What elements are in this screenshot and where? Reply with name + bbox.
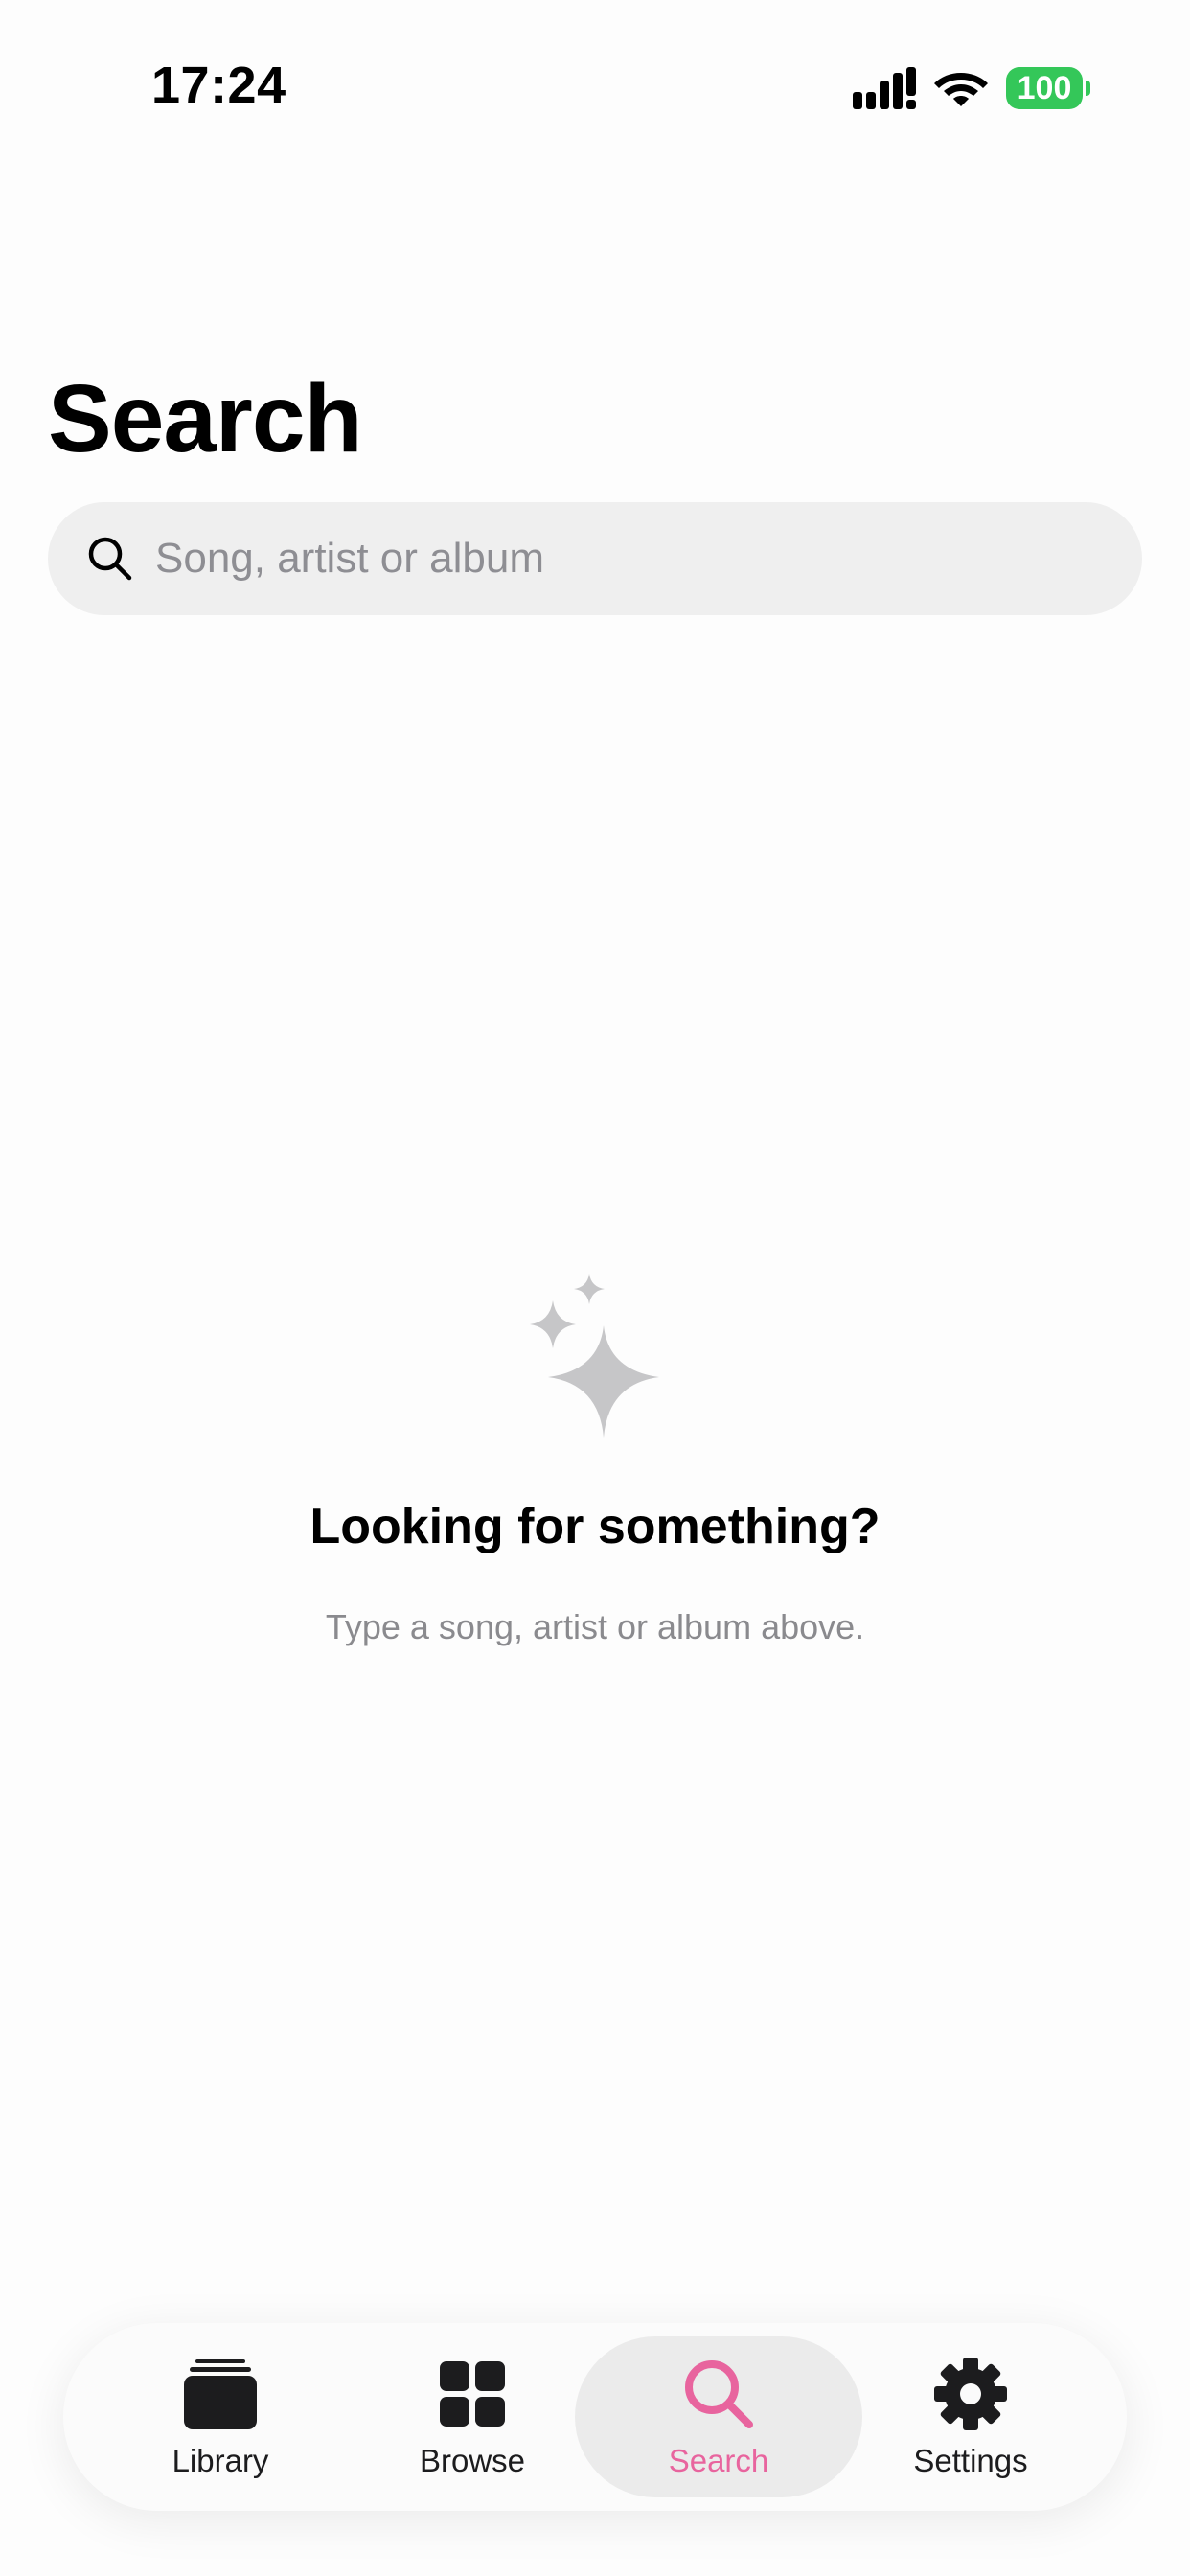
status-bar: 17:24 100	[0, 0, 1190, 172]
tab-search[interactable]: Search	[575, 2336, 862, 2497]
status-time: 17:24	[151, 57, 286, 114]
search-input[interactable]	[155, 502, 1113, 615]
tab-label: Settings	[913, 2443, 1028, 2478]
tab-label: Browse	[419, 2443, 526, 2478]
page-title: Search	[48, 365, 363, 472]
library-stack-icon	[184, 2359, 257, 2429]
cellular-signal-icon	[853, 67, 916, 109]
search-icon	[685, 2360, 753, 2428]
sparkles-icon	[530, 1274, 659, 1438]
tab-settings[interactable]: Settings	[845, 2323, 1096, 2511]
search-icon	[88, 537, 132, 581]
tab-browse[interactable]: Browse	[347, 2323, 598, 2511]
wifi-icon	[934, 73, 988, 106]
gear-icon	[934, 2358, 1007, 2430]
tab-label: Library	[172, 2443, 269, 2478]
search-field[interactable]	[48, 502, 1142, 615]
empty-state-subtitle: Type a song, artist or album above.	[325, 1607, 865, 1646]
empty-state-title: Looking for something?	[309, 1499, 881, 1554]
tab-library[interactable]: Library	[95, 2323, 346, 2511]
tab-label: Search	[668, 2443, 769, 2478]
tab-bar: Library Browse Search Settings	[63, 2323, 1127, 2511]
grid-icon	[440, 2361, 505, 2426]
battery-level: 100	[1006, 67, 1083, 109]
battery-indicator: 100	[1006, 67, 1090, 109]
battery-tip	[1086, 80, 1090, 96]
